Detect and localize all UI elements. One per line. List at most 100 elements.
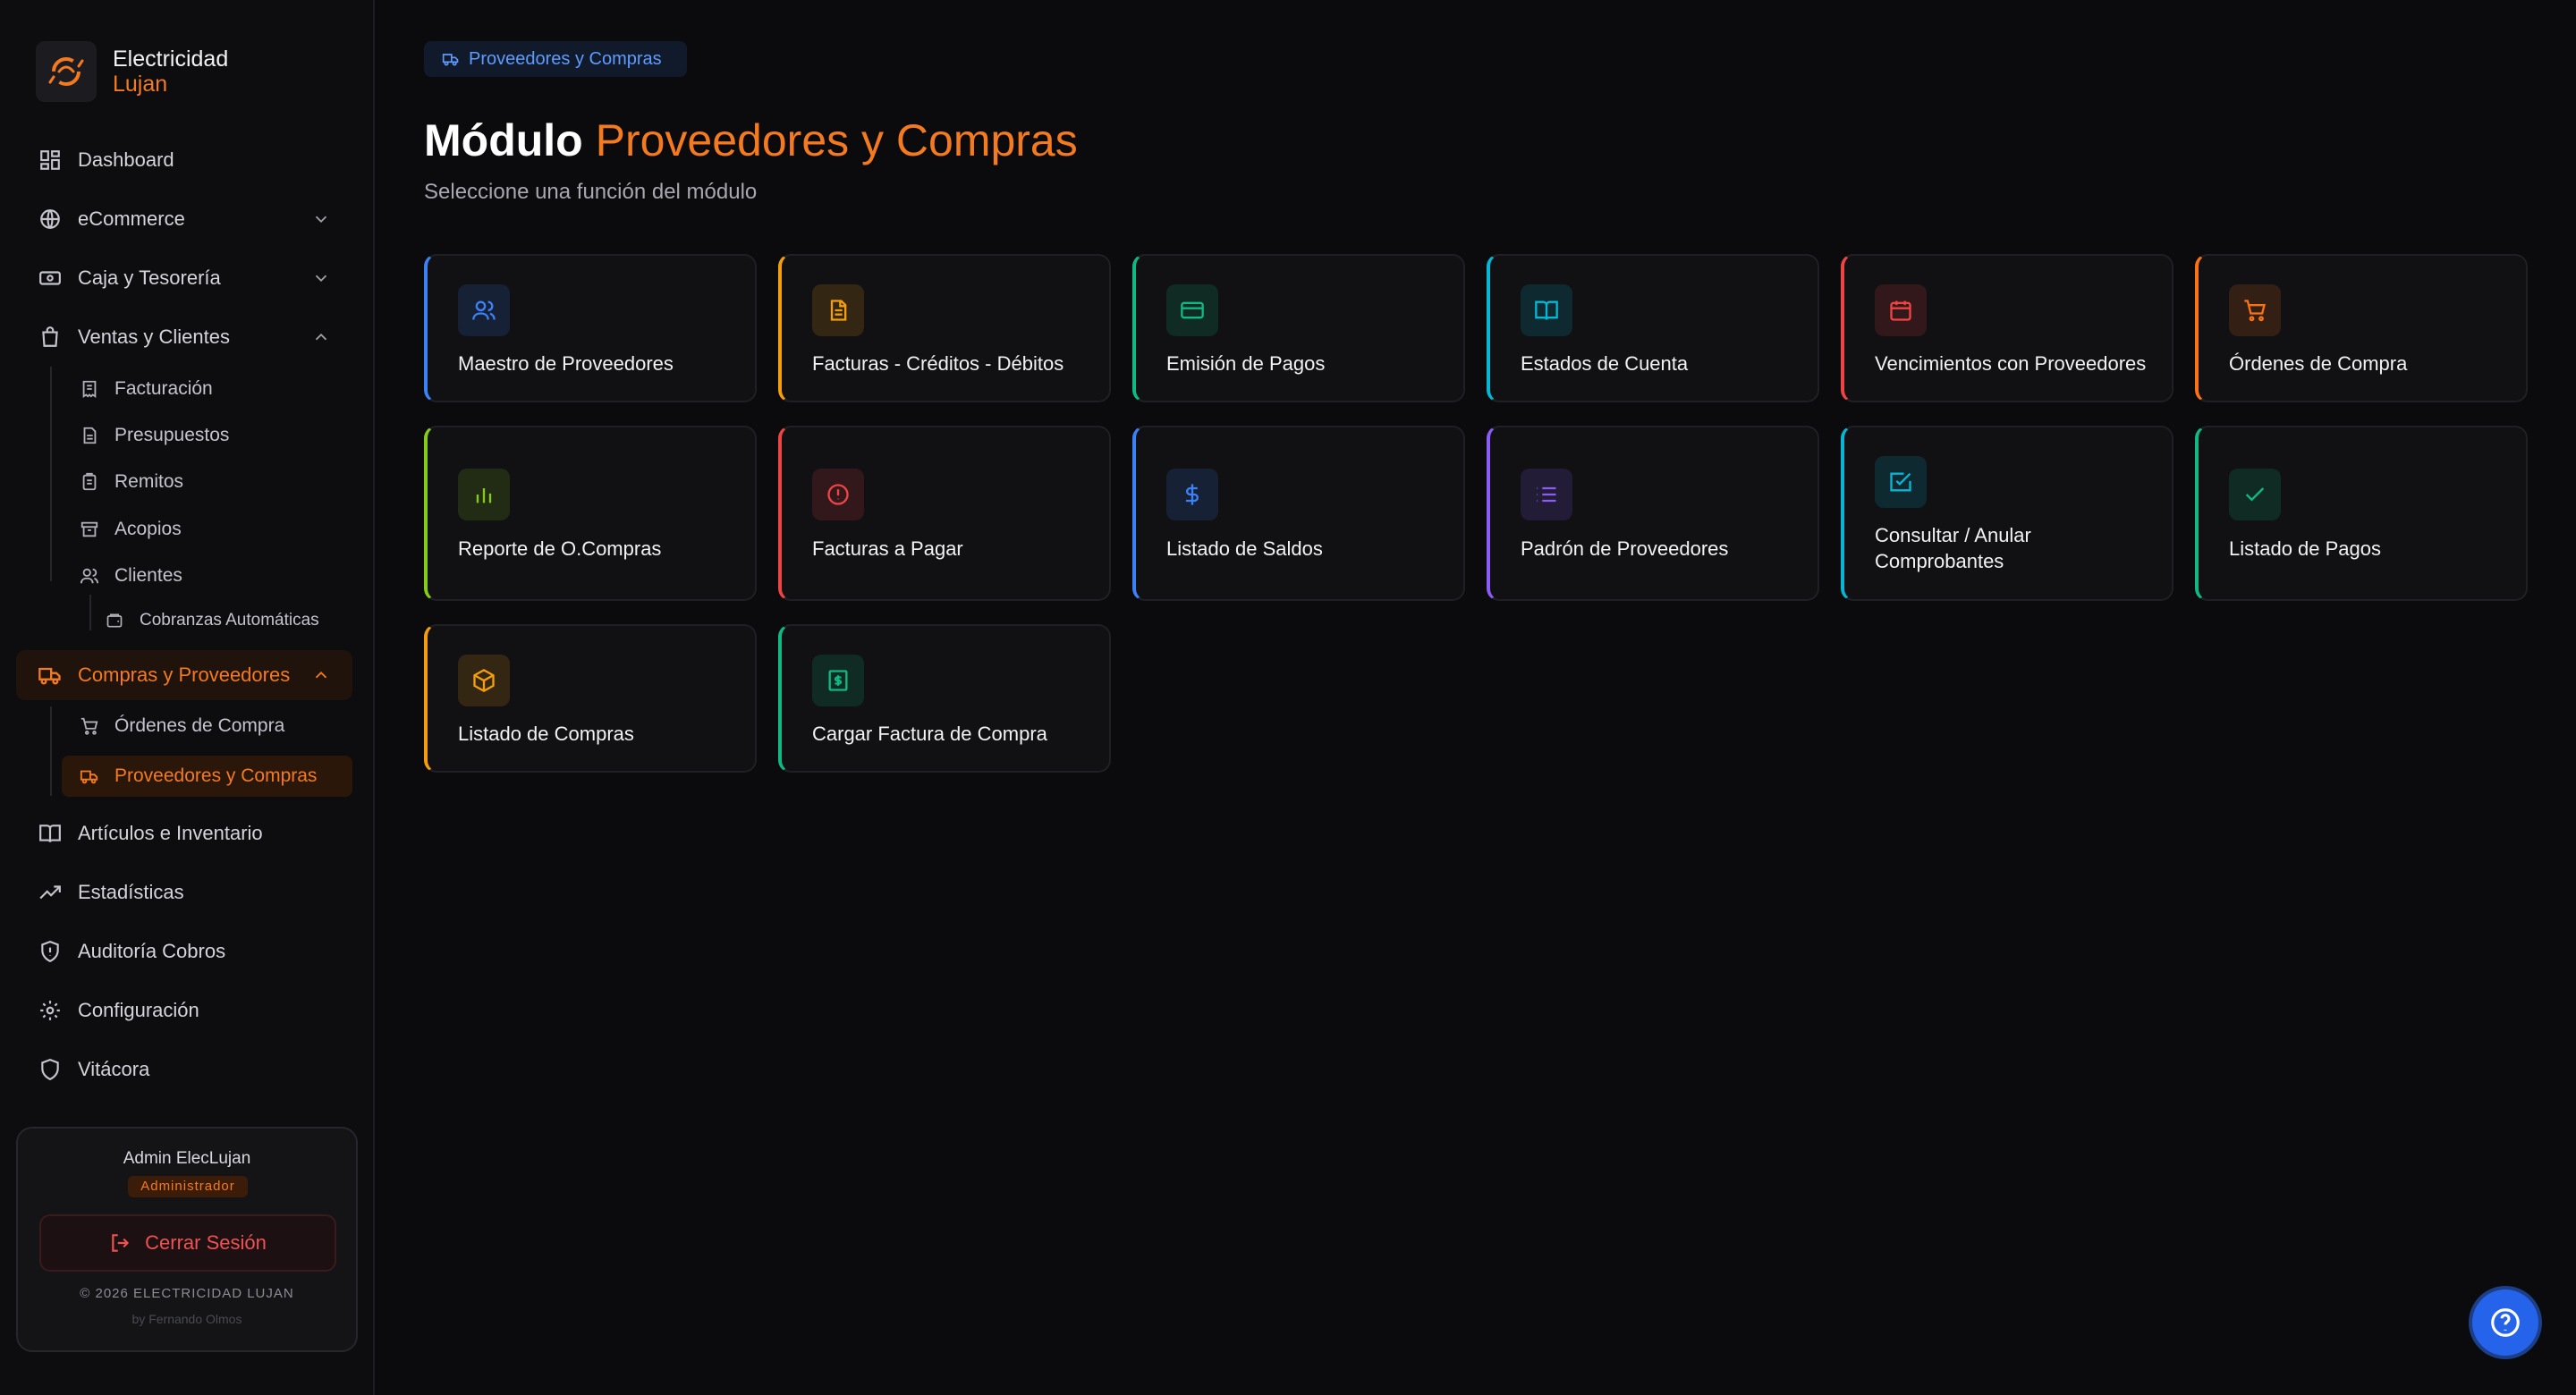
tree-line bbox=[50, 706, 52, 796]
users-icon bbox=[458, 284, 510, 336]
brand-subname: Lujan bbox=[113, 72, 168, 97]
book-icon bbox=[36, 819, 64, 848]
brand[interactable]: Electricidad Lujan bbox=[36, 41, 228, 102]
card-title: Facturas - Créditos - Débitos bbox=[812, 352, 1064, 375]
nav-dashboard-label: Dashboard bbox=[78, 148, 174, 171]
nav-presupuestos[interactable]: Presupuestos bbox=[77, 416, 229, 455]
nav-ventas[interactable]: Ventas y Clientes bbox=[36, 312, 331, 362]
card-ordenes-compra[interactable]: Órdenes de Compra bbox=[2195, 254, 2528, 402]
card-facturas-pagar[interactable]: Facturas a Pagar bbox=[778, 426, 1111, 601]
chevron-up-icon bbox=[315, 333, 327, 341]
nav-estadisticas[interactable]: Estadísticas bbox=[36, 867, 331, 917]
help-button[interactable] bbox=[2472, 1289, 2538, 1356]
logout-icon bbox=[112, 1234, 130, 1252]
brand-logo-icon bbox=[36, 41, 97, 102]
nav-ecommerce[interactable]: eCommerce bbox=[36, 194, 331, 244]
check-icon bbox=[2229, 469, 2281, 520]
breadcrumb-label: Proveedores y Compras bbox=[469, 48, 662, 69]
nav-dashboard[interactable]: Dashboard bbox=[36, 135, 331, 185]
archive-icon bbox=[77, 517, 102, 542]
card-cargar-factura[interactable]: Cargar Factura de Compra bbox=[778, 624, 1111, 773]
card-listado-pagos[interactable]: Listado de Pagos bbox=[2195, 426, 2528, 601]
card-estados-cuenta[interactable]: Estados de Cuenta bbox=[1487, 254, 1819, 402]
card-padron-proveedores[interactable]: Padrón de Proveedores bbox=[1487, 426, 1819, 601]
card-title: Padrón de Proveedores bbox=[1521, 537, 1729, 560]
chevron-down-icon bbox=[315, 275, 327, 283]
shopping-bag-icon bbox=[36, 323, 64, 351]
card-reporte-ocompras[interactable]: Reporte de O.Compras bbox=[424, 426, 757, 601]
cart-icon bbox=[2229, 284, 2281, 336]
receipt-icon bbox=[812, 655, 864, 706]
dashboard-icon bbox=[36, 146, 64, 174]
bar-chart-icon bbox=[458, 469, 510, 520]
truck-icon bbox=[442, 54, 459, 66]
wallet-icon bbox=[102, 608, 127, 633]
nav-ventas-label: Ventas y Clientes bbox=[78, 326, 230, 348]
nav-cobranzas[interactable]: Cobranzas Automáticas bbox=[102, 601, 319, 640]
receipt-icon bbox=[77, 376, 102, 402]
page-subtitle: Seleccione una función del módulo bbox=[424, 180, 758, 204]
card-title: Consultar / Anular Comprobantes bbox=[1875, 524, 2031, 572]
nav-cobranzas-label: Cobranzas Automáticas bbox=[140, 611, 319, 630]
card-facturas-creditos-debitos[interactable]: Facturas - Créditos - Débitos bbox=[778, 254, 1111, 402]
shield-icon bbox=[36, 1055, 64, 1084]
nav-vitacora-label: Vitácora bbox=[78, 1058, 150, 1080]
credit-card-icon bbox=[1166, 284, 1218, 336]
nav-clientes[interactable]: Clientes bbox=[77, 556, 182, 596]
card-title: Órdenes de Compra bbox=[2229, 352, 2408, 375]
cart-icon bbox=[77, 714, 102, 739]
card-maestro-proveedores[interactable]: Maestro de Proveedores bbox=[424, 254, 757, 402]
card-listado-compras[interactable]: Listado de Compras bbox=[424, 624, 757, 773]
nav-articulos-label: Artículos e Inventario bbox=[78, 822, 263, 844]
book-open-icon bbox=[1521, 284, 1572, 336]
tree-line bbox=[50, 367, 52, 581]
role-badge: Administrador bbox=[128, 1176, 248, 1197]
nav-configuracion[interactable]: Configuración bbox=[36, 985, 331, 1036]
user-card: Admin ElecLujan Administrador Cerrar Ses… bbox=[16, 1127, 358, 1352]
users-icon bbox=[77, 563, 102, 588]
nav-ecommerce-label: eCommerce bbox=[78, 207, 185, 230]
clipboard-icon bbox=[77, 469, 102, 495]
nav-ordenes[interactable]: Órdenes de Compra bbox=[77, 706, 284, 746]
nav-auditoria[interactable]: Auditoría Cobros bbox=[36, 926, 331, 976]
card-title: Cargar Factura de Compra bbox=[812, 723, 1047, 745]
trending-up-icon bbox=[36, 878, 64, 907]
logout-label: Cerrar Sesión bbox=[145, 1231, 267, 1254]
nav-vitacora[interactable]: Vitácora bbox=[36, 1044, 331, 1095]
card-vencimientos-proveedores[interactable]: Vencimientos con Proveedores bbox=[1841, 254, 2174, 402]
breadcrumb[interactable]: Proveedores y Compras bbox=[424, 41, 687, 77]
user-name: Admin ElecLujan bbox=[123, 1149, 251, 1168]
nav-acopios-label: Acopios bbox=[114, 519, 182, 539]
nav-configuracion-label: Configuración bbox=[78, 999, 199, 1021]
truck-icon bbox=[36, 661, 64, 689]
nav-articulos[interactable]: Artículos e Inventario bbox=[36, 808, 331, 858]
card-title: Facturas a Pagar bbox=[812, 537, 963, 560]
nav-ordenes-label: Órdenes de Compra bbox=[114, 715, 285, 736]
card-emision-pagos[interactable]: Emisión de Pagos bbox=[1132, 254, 1465, 402]
copyright: © 2026 ELECTRICIDAD LUJAN bbox=[80, 1286, 294, 1301]
card-title: Listado de Saldos bbox=[1166, 537, 1323, 560]
truck-icon bbox=[77, 764, 102, 789]
card-listado-saldos[interactable]: Listado de Saldos bbox=[1132, 426, 1465, 601]
list-icon bbox=[1521, 469, 1572, 520]
tree-line bbox=[89, 595, 91, 630]
banknote-icon bbox=[36, 264, 64, 292]
byline: by Fernando Olmos bbox=[131, 1312, 242, 1326]
package-icon bbox=[458, 655, 510, 706]
nav-facturacion-label: Facturación bbox=[114, 378, 213, 399]
card-title: Estados de Cuenta bbox=[1521, 352, 1689, 375]
nav-caja-label: Caja y Tesorería bbox=[78, 266, 221, 289]
card-title: Listado de Compras bbox=[458, 723, 634, 745]
logout-button[interactable]: Cerrar Sesión bbox=[39, 1214, 336, 1272]
nav-clientes-label: Clientes bbox=[114, 565, 182, 586]
nav-compras[interactable]: Compras y Proveedores bbox=[36, 650, 331, 700]
nav-auditoria-label: Auditoría Cobros bbox=[78, 940, 226, 962]
card-consultar-anular[interactable]: Consultar / Anular Comprobantes bbox=[1841, 426, 2174, 601]
nav-acopios[interactable]: Acopios bbox=[77, 510, 182, 549]
nav-caja[interactable]: Caja y Tesorería bbox=[36, 253, 331, 303]
nav-proveedores-compras[interactable]: Proveedores y Compras bbox=[77, 757, 317, 796]
nav-remitos[interactable]: Remitos bbox=[77, 462, 183, 502]
nav-facturacion[interactable]: Facturación bbox=[77, 369, 213, 409]
card-title: Emisión de Pagos bbox=[1166, 352, 1326, 375]
sidebar: Electricidad Lujan Dashboard eCommerce C… bbox=[0, 0, 375, 1395]
